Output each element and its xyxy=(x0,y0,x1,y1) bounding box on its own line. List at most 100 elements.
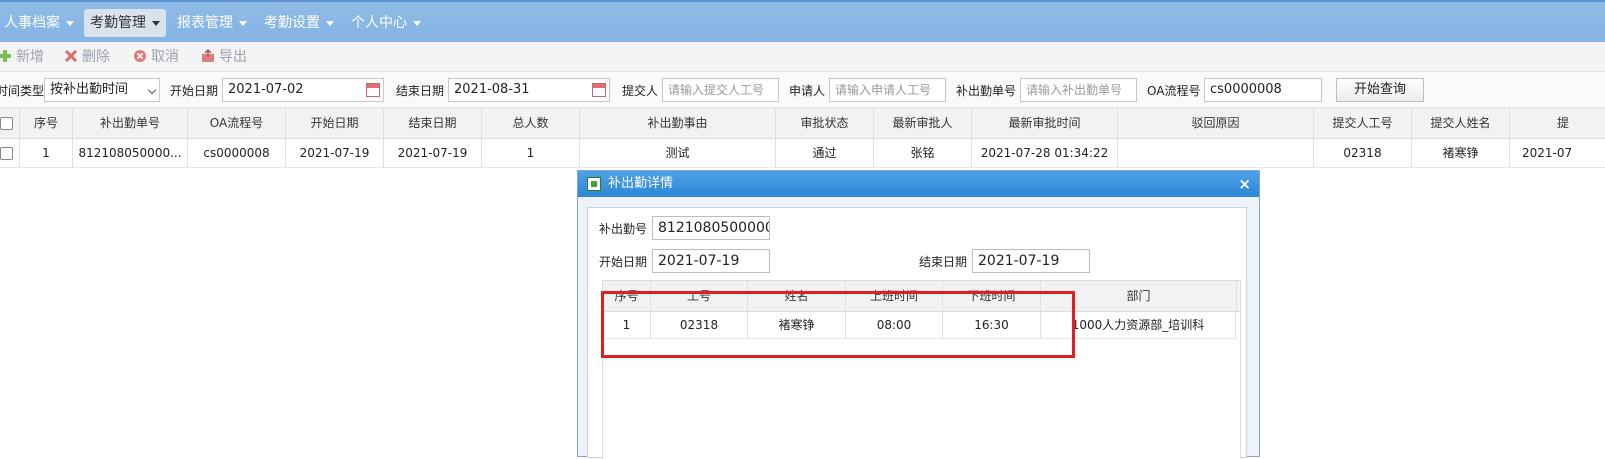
end-date-input[interactable]: 2021-08-31 xyxy=(448,78,610,102)
table-cell: 16:30 xyxy=(943,312,1041,338)
table-cell: 通过 xyxy=(776,139,874,167)
order-number-field[interactable]: 81210805000001 xyxy=(652,216,770,240)
oa-number-label: OA流程号 xyxy=(1147,84,1201,98)
column-header[interactable]: 补出勤单号 xyxy=(73,108,188,138)
close-icon[interactable]: × xyxy=(1238,171,1251,197)
table-row[interactable]: 1 812108050000... cs0000008 2021-07-19 2… xyxy=(0,139,1605,168)
time-type-label: 时间类型 xyxy=(0,84,45,98)
menu-label: 考勤设置 xyxy=(264,15,320,31)
oa-number-input[interactable]: cs0000008 xyxy=(1204,78,1322,102)
menu-personnel-records[interactable]: 人事档案 xyxy=(0,9,80,37)
table-cell: 2021-07-28 01:34:22 xyxy=(972,139,1118,167)
column-header[interactable]: 开始日期 xyxy=(286,108,384,138)
column-header[interactable]: 最新审批时间 xyxy=(972,108,1118,138)
select-all-checkbox[interactable] xyxy=(0,117,13,130)
menu-attendance-management[interactable]: 考勤管理 xyxy=(84,9,166,37)
cancel-button[interactable]: 取消 xyxy=(133,47,179,67)
toolbar: 新增 删除 取消 导出 xyxy=(0,42,1605,72)
applicant-label: 申请人 xyxy=(789,84,826,98)
dialog-body: 补出勤号 81210805000001 开始日期 2021-07-19 结束日期… xyxy=(587,207,1247,459)
delete-label: 删除 xyxy=(82,49,110,65)
column-header-text: 提 xyxy=(1557,116,1570,130)
chevron-down-icon xyxy=(326,20,334,26)
table-cell: cs0000008 xyxy=(188,139,286,167)
column-header[interactable]: 部门 xyxy=(1041,281,1237,311)
menu-attendance-settings[interactable]: 考勤设置 xyxy=(258,9,340,37)
chevron-down-icon xyxy=(152,20,160,26)
column-header[interactable]: 补出勤事由 xyxy=(580,108,776,138)
column-header[interactable]: 总人数 xyxy=(482,108,580,138)
delete-button[interactable]: 删除 xyxy=(64,47,110,67)
menu-label: 个人中心 xyxy=(351,15,407,31)
row-checkbox[interactable] xyxy=(0,147,13,160)
table-row[interactable]: 1 02318 褚寒铮 08:00 16:30 1000人力资源部_培训科 xyxy=(603,312,1236,339)
table-cell: 02318 xyxy=(1314,139,1412,167)
column-header[interactable]: 序号 xyxy=(20,108,73,138)
column-header[interactable]: 下班时间 xyxy=(943,281,1041,311)
table-cell: 02318 xyxy=(651,312,748,338)
table-cell: 1 xyxy=(603,312,651,338)
chevron-down-icon xyxy=(147,85,157,95)
select-all-checkbox-cell[interactable] xyxy=(0,108,20,138)
menu-label: 人事档案 xyxy=(4,15,60,31)
add-icon xyxy=(0,50,11,62)
export-label: 导出 xyxy=(219,49,247,65)
delete-icon xyxy=(64,49,78,63)
menu-reports[interactable]: 报表管理 xyxy=(171,9,253,37)
table-cell: 2021-07 xyxy=(1510,139,1605,167)
end-date-field[interactable]: 2021-07-19 xyxy=(972,249,1090,273)
cancel-label: 取消 xyxy=(151,49,179,65)
row-checkbox-cell[interactable] xyxy=(0,139,20,167)
menu-personal-center[interactable]: 个人中心 xyxy=(345,9,427,37)
start-date-label: 开始日期 xyxy=(599,255,648,269)
employee-grid-header: 序号 工号 姓名 上班时间 下班时间 部门 xyxy=(603,281,1240,312)
table-cell: 褚寒铮 xyxy=(748,312,846,338)
column-header[interactable]: 姓名 xyxy=(748,281,846,311)
start-date-label: 开始日期 xyxy=(170,84,219,98)
table-cell: 测试 xyxy=(580,139,776,167)
applicant-input[interactable]: 请输入申请人工号 xyxy=(829,78,946,102)
column-header[interactable]: 审批状态 xyxy=(776,108,874,138)
table-cell: 08:00 xyxy=(846,312,943,338)
table-cell: 2021-07-19 xyxy=(384,139,482,167)
column-header[interactable]: 序号 xyxy=(603,281,651,311)
column-header[interactable]: 最新审批人 xyxy=(874,108,972,138)
table-cell: 812108050000... xyxy=(73,139,188,167)
start-date-field[interactable]: 2021-07-19 xyxy=(652,249,770,273)
column-header[interactable]: 提交人工号 xyxy=(1314,108,1412,138)
end-date-value: 2021-08-31 xyxy=(454,82,530,97)
column-header[interactable]: 提 xyxy=(1510,108,1605,138)
start-query-button[interactable]: 开始查询 xyxy=(1336,78,1424,102)
dialog-window-icon xyxy=(587,177,601,191)
menu-label: 报表管理 xyxy=(177,15,233,31)
column-header[interactable]: 工号 xyxy=(651,281,748,311)
order-number-label: 补出勤单号 xyxy=(956,84,1017,98)
table-cell: 张铭 xyxy=(874,139,972,167)
dialog-title-bar[interactable]: 补出勤详情 × xyxy=(578,171,1259,197)
dialog-title: 补出勤详情 xyxy=(608,176,674,191)
table-cell xyxy=(1118,139,1314,167)
employee-grid: 序号 工号 姓名 上班时间 下班时间 部门 1 02318 褚寒铮 08:00 … xyxy=(602,280,1241,459)
table-cell: 1 xyxy=(20,139,73,167)
column-header[interactable]: 结束日期 xyxy=(384,108,482,138)
column-header[interactable]: 驳回原因 xyxy=(1118,108,1314,138)
calendar-icon[interactable] xyxy=(592,83,606,97)
table-cell: 2021-07-19 xyxy=(286,139,384,167)
export-button[interactable]: 导出 xyxy=(201,47,247,67)
column-header[interactable]: 上班时间 xyxy=(846,281,943,311)
calendar-icon[interactable] xyxy=(366,83,380,97)
detail-dialog: 补出勤详情 × 补出勤号 81210805000001 开始日期 2021-07… xyxy=(577,170,1260,459)
order-number-input[interactable]: 请输入补出勤单号 xyxy=(1020,78,1137,102)
add-button[interactable]: 新增 xyxy=(0,47,44,67)
cancel-icon xyxy=(134,50,146,62)
column-header[interactable]: 提交人姓名 xyxy=(1412,108,1510,138)
grid-header: 序号 补出勤单号 OA流程号 开始日期 结束日期 总人数 补出勤事由 审批状态 … xyxy=(0,108,1605,139)
start-date-input[interactable]: 2021-07-02 xyxy=(222,78,384,102)
start-date-value: 2021-07-02 xyxy=(228,82,304,97)
time-type-select[interactable]: 按补出勤时间 xyxy=(44,78,160,102)
chevron-down-icon xyxy=(66,20,74,26)
submitter-input[interactable]: 请输入提交人工号 xyxy=(662,78,779,102)
chevron-down-icon xyxy=(239,20,247,26)
end-date-label: 结束日期 xyxy=(919,255,968,269)
column-header[interactable]: OA流程号 xyxy=(188,108,286,138)
